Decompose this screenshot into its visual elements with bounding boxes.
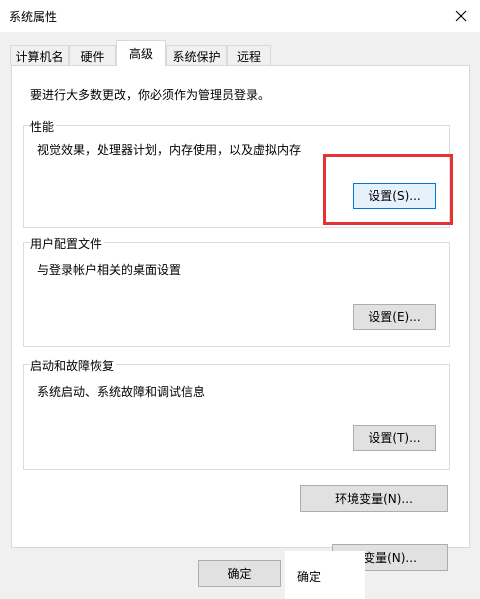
user-profiles-description: 与登录帐户相关的桌面设置 — [37, 263, 182, 277]
ok-label-overlay: 确定 — [297, 570, 322, 584]
startup-recovery-group — [23, 364, 450, 470]
tab-computer-name[interactable]: 计算机名 — [10, 45, 69, 65]
tab-advanced[interactable]: 高级 — [116, 40, 166, 66]
close-button[interactable] — [442, 0, 480, 32]
environment-variables-button[interactable]: 环境变量(N)... — [300, 485, 448, 512]
startup-recovery-settings-button[interactable]: 设置(T)... — [353, 425, 436, 451]
performance-title: 性能 — [30, 118, 57, 135]
startup-recovery-description: 系统启动、系统故障和调试信息 — [37, 385, 206, 399]
ok-button[interactable]: 确定 — [198, 560, 281, 587]
tab-hardware[interactable]: 硬件 — [69, 45, 116, 65]
user-profiles-settings-button[interactable]: 设置(E)... — [353, 304, 436, 330]
user-profiles-group — [23, 242, 450, 347]
tab-system-protection[interactable]: 系统保护 — [166, 45, 227, 65]
close-icon — [455, 10, 467, 22]
title-bar: 系统属性 — [0, 0, 480, 32]
highlight-box — [323, 154, 453, 225]
admin-note: 要进行大多数更改，你必须作为管理员登录。 — [30, 88, 271, 102]
tab-remote[interactable]: 远程 — [227, 45, 271, 65]
startup-recovery-title: 启动和故障恢复 — [30, 357, 117, 374]
user-profiles-title: 用户配置文件 — [30, 235, 105, 252]
performance-description: 视觉效果，处理器计划，内存使用，以及虚拟内存 — [37, 143, 302, 157]
window-title: 系统属性 — [9, 10, 58, 24]
